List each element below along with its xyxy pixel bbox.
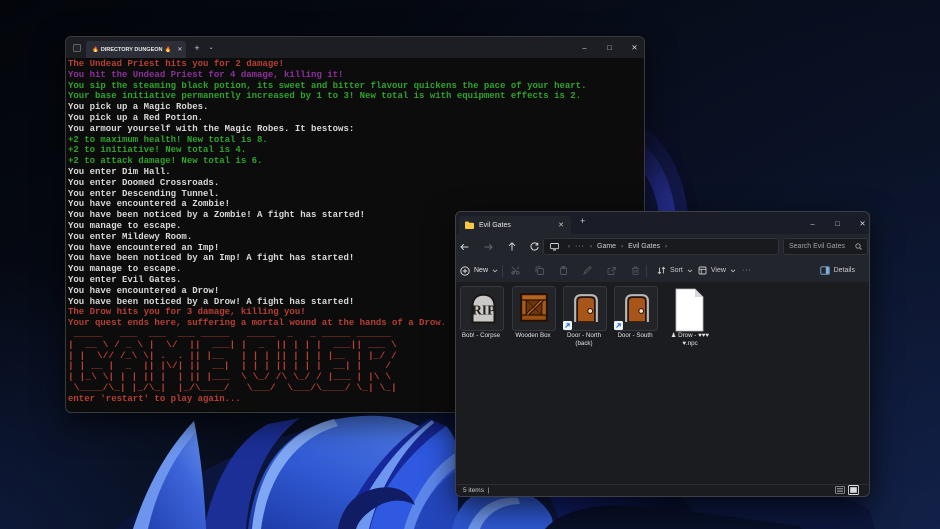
- svg-text:RIP: RIP: [472, 303, 495, 318]
